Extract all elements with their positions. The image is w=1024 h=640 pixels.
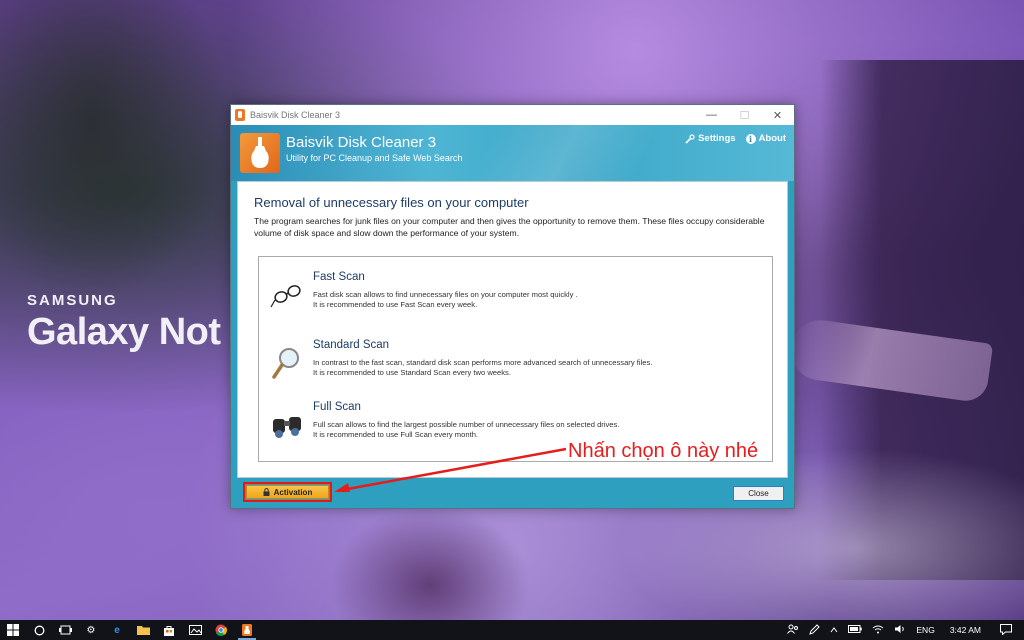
close-window-button[interactable]: ✕ (761, 105, 794, 125)
maximize-button[interactable]: ☐ (728, 105, 761, 125)
volume-icon[interactable] (889, 624, 911, 636)
language-indicator[interactable]: ENG (911, 625, 939, 635)
wifi-icon[interactable] (867, 625, 889, 636)
taskbar-edge[interactable]: e (104, 620, 130, 640)
taskbar-disk-cleaner[interactable] (234, 620, 260, 640)
full-scan-recommendation: It is recommended to use Full Scan every… (313, 430, 479, 439)
window-title: Baisvik Disk Cleaner 3 (250, 110, 341, 120)
full-scan-desc: Full scan allows to find the largest pos… (313, 420, 620, 429)
folder-icon (136, 626, 150, 635)
edge-icon: e (114, 624, 120, 636)
brand-galaxy: Galaxy Not (27, 311, 221, 353)
page-description: The program searches for junk files on y… (254, 216, 765, 238)
app-header: Baisvik Disk Cleaner 3 Utility for PC Cl… (231, 125, 794, 181)
lock-icon (263, 488, 270, 496)
standard-scan-title: Standard Scan (313, 339, 390, 351)
window-titlebar[interactable]: Baisvik Disk Cleaner 3 — ☐ ✕ (231, 105, 794, 125)
search-button[interactable] (26, 620, 52, 640)
brand-samsung: SAMSUNG (27, 292, 118, 309)
annotation-text: Nhấn chọn ô này nhé (568, 440, 759, 462)
minimize-button[interactable]: — (695, 105, 728, 125)
fast-scan-recommendation: It is recommended to use Fast Scan every… (313, 300, 478, 309)
info-icon: i (745, 133, 756, 144)
page-heading: Removal of unnecessary files on your com… (254, 195, 529, 210)
battery-icon[interactable] (843, 625, 867, 635)
about-label: About (758, 133, 786, 144)
header-links: Settings i About (685, 133, 786, 144)
chevron-up-icon[interactable] (825, 625, 843, 635)
standard-scan-recommendation: It is recommended to use Standard Scan e… (313, 368, 511, 377)
standard-scan-option[interactable]: Standard Scan In contrast to the fast sc… (269, 339, 759, 389)
binoculars-icon (273, 417, 301, 438)
app-subtitle: Utility for PC Cleanup and Safe Web Sear… (286, 153, 463, 163)
chrome-icon (215, 624, 227, 636)
store-icon (164, 625, 174, 636)
app-small-icon (235, 109, 245, 121)
task-view-icon (58, 625, 72, 635)
window-controls: — ☐ ✕ (695, 105, 794, 125)
annotation-arrow (334, 447, 567, 492)
glasses-icon (270, 285, 301, 308)
taskbar-chrome[interactable] (208, 620, 234, 640)
system-tray: ENG 3:42 AM (782, 620, 1024, 640)
magnifier-icon (272, 348, 299, 379)
fast-scan-option[interactable]: Fast Scan Fast disk scan allows to find … (269, 271, 759, 321)
about-link[interactable]: i About (745, 133, 786, 144)
full-scan-title: Full Scan (313, 401, 361, 413)
task-view-button[interactable] (52, 620, 78, 640)
settings-link[interactable]: Settings (685, 133, 736, 144)
pen-icon[interactable] (804, 623, 825, 637)
gear-icon: ⚙ (86, 624, 96, 636)
taskbar: ⚙ e ENG 3:42 AM (0, 620, 1024, 640)
settings-label: Settings (698, 133, 736, 144)
people-icon[interactable] (782, 624, 804, 636)
app-logo-icon (240, 133, 280, 173)
activation-label: Activation (273, 487, 313, 497)
taskbar-store[interactable] (156, 620, 182, 640)
activation-button[interactable]: Activation (246, 485, 329, 499)
wallpaper-figure (330, 505, 530, 620)
wallpaper-shadow-left (0, 0, 230, 300)
cortana-icon (34, 625, 44, 635)
start-button[interactable] (0, 620, 26, 640)
disk-cleaner-icon (242, 624, 252, 636)
taskbar-photos[interactable] (182, 620, 208, 640)
photos-icon (188, 625, 202, 635)
wallpaper-brand: SAMSUNG Galaxy Not (27, 292, 221, 354)
wrench-icon (685, 133, 695, 144)
taskbar-explorer[interactable] (130, 620, 156, 640)
fast-scan-desc: Fast disk scan allows to find unnecessar… (313, 290, 578, 299)
close-button[interactable]: Close (733, 486, 784, 501)
app-title: Baisvik Disk Cleaner 3 (286, 134, 437, 151)
windows-icon (7, 624, 19, 636)
main-content: Removal of unnecessary files on your com… (237, 181, 788, 478)
standard-scan-desc: In contrast to the fast scan, standard d… (313, 358, 653, 367)
scan-options: Fast Scan Fast disk scan allows to find … (258, 256, 773, 462)
action-center-icon[interactable] (995, 623, 1024, 637)
fast-scan-title: Fast Scan (313, 271, 365, 283)
clock[interactable]: 3:42 AM (940, 625, 995, 635)
taskbar-settings[interactable]: ⚙ (78, 620, 104, 640)
